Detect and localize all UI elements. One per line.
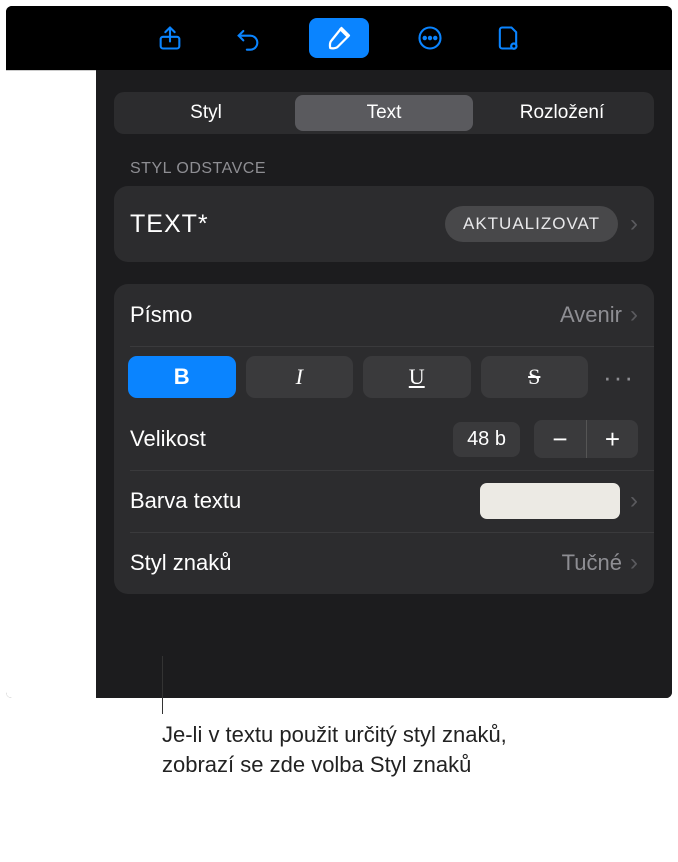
paragraph-style-row[interactable]: TEXT* AKTUALIZOVAT › — [114, 186, 654, 262]
font-value: Avenir — [560, 302, 622, 328]
update-style-button[interactable]: AKTUALIZOVAT — [445, 206, 618, 242]
undo-icon[interactable] — [231, 21, 265, 55]
document-canvas — [6, 70, 96, 698]
chevron-right-icon: › — [630, 303, 638, 327]
character-style-label: Styl znaků — [130, 550, 562, 576]
tab-style[interactable]: Styl — [117, 95, 295, 131]
text-color-label: Barva textu — [130, 488, 480, 514]
character-style-row[interactable]: Styl znaků Tučné › — [114, 532, 654, 594]
size-stepper: − + — [534, 420, 638, 458]
size-label: Velikost — [130, 426, 453, 452]
app-window: Styl Text Rozložení STYL ODSTAVCE TEXT* … — [6, 6, 672, 698]
italic-button[interactable]: I — [246, 356, 354, 398]
character-style-value: Tučné — [562, 550, 622, 576]
share-icon[interactable] — [153, 21, 187, 55]
size-increase-button[interactable]: + — [586, 420, 638, 458]
size-value[interactable]: 48 b — [453, 422, 520, 457]
underline-button[interactable]: U — [363, 356, 471, 398]
callout-text: Je-li v textu použit určitý styl znaků, … — [162, 700, 522, 779]
text-color-row[interactable]: Barva textu › — [114, 470, 654, 532]
callout-leader-line — [162, 656, 163, 714]
font-label: Písmo — [130, 302, 560, 328]
text-format-buttons: B I U S ··· — [114, 346, 654, 408]
tab-text[interactable]: Text — [295, 95, 473, 131]
size-decrease-button[interactable]: − — [534, 420, 586, 458]
chevron-right-icon: › — [630, 212, 638, 236]
document-icon[interactable] — [491, 21, 525, 55]
strikethrough-button[interactable]: S — [481, 356, 589, 398]
size-row: Velikost 48 b − + — [114, 408, 654, 470]
more-icon[interactable] — [413, 21, 447, 55]
format-brush-icon[interactable] — [309, 18, 369, 58]
top-toolbar — [6, 6, 672, 70]
annotation-callout: Je-li v textu použit určitý styl znaků, … — [162, 700, 522, 779]
paragraph-style-name: TEXT* — [130, 210, 445, 239]
text-color-swatch[interactable] — [480, 483, 620, 519]
format-tabs: Styl Text Rozložení — [114, 92, 654, 134]
format-panel: Styl Text Rozložení STYL ODSTAVCE TEXT* … — [96, 70, 672, 698]
chevron-right-icon: › — [630, 489, 638, 513]
more-format-button[interactable]: ··· — [598, 356, 640, 398]
bold-button[interactable]: B — [128, 356, 236, 398]
font-row[interactable]: Písmo Avenir › — [114, 284, 654, 346]
font-card: Písmo Avenir › B I U S ··· Velikost 48 b… — [114, 284, 654, 594]
paragraph-style-section-label: STYL ODSTAVCE — [130, 160, 654, 178]
chevron-right-icon: › — [630, 551, 638, 575]
tab-layout[interactable]: Rozložení — [473, 95, 651, 131]
